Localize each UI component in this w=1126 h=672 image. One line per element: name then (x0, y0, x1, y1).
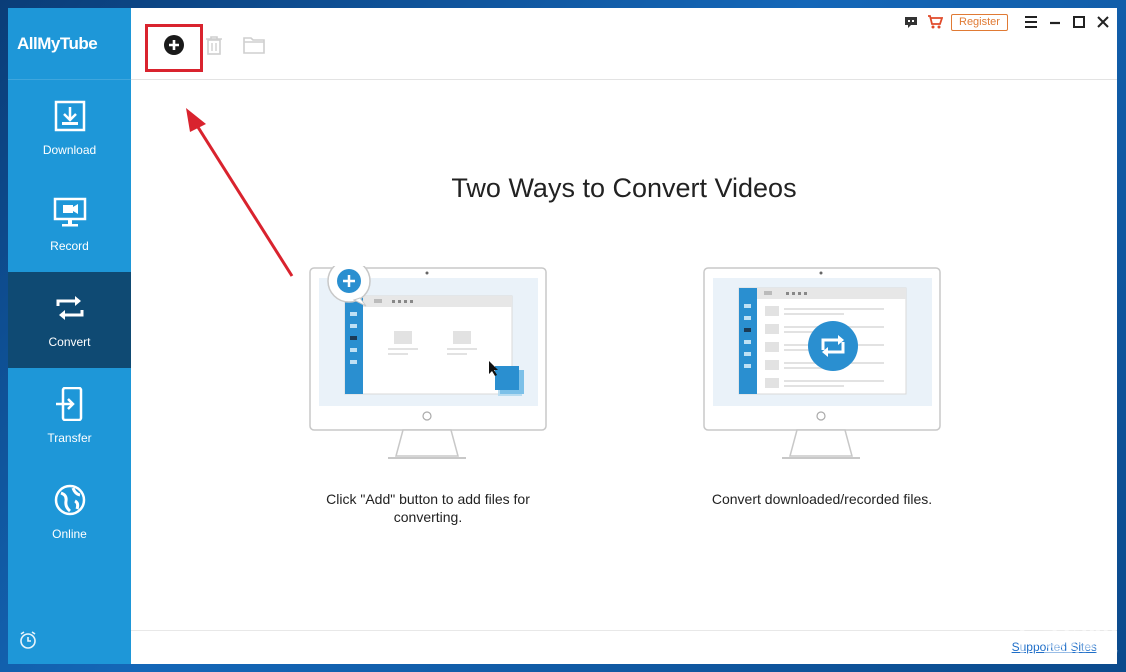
add-files-caption: Click "Add" button to add files for conv… (308, 490, 548, 526)
close-icon (1097, 16, 1109, 28)
footer-divider (131, 630, 1117, 631)
feedback-button[interactable] (904, 13, 918, 31)
add-files-illustration (309, 266, 547, 459)
sidebar-item-label: Transfer (47, 431, 92, 445)
sidebar-item-transfer[interactable]: Transfer (8, 368, 131, 464)
convert-files-illustration (703, 267, 941, 459)
add-files-caption-line1: Click "Add" button to add files for (326, 491, 530, 507)
chat-icon (905, 17, 917, 28)
menu-button[interactable] (1024, 13, 1038, 31)
globe-icon (54, 484, 85, 516)
sidebar: AllMyTube Download Record Convert Transf… (8, 8, 131, 664)
register-button[interactable]: Register (951, 13, 1008, 31)
convert-files-caption: Convert downloaded/recorded files. (711, 491, 933, 507)
sidebar-item-online[interactable]: Online (8, 464, 131, 560)
folder-icon (243, 37, 265, 54)
minimize-button[interactable] (1048, 13, 1062, 31)
cart-button[interactable] (927, 13, 943, 31)
app-logo: AllMyTube (8, 8, 131, 80)
app-window: AllMyTube Download Record Convert Transf… (8, 8, 1117, 664)
delete-button[interactable] (201, 32, 227, 58)
maximize-button[interactable] (1072, 13, 1086, 31)
convert-icon (56, 296, 83, 320)
watermark: 下载吧 (1003, 620, 1118, 664)
toolbar: Register (131, 8, 1117, 80)
alarm-clock-icon[interactable] (18, 630, 38, 650)
sidebar-item-label: Convert (48, 335, 91, 349)
add-circle-icon (164, 35, 184, 55)
sidebar-item-label: Download (42, 143, 97, 157)
close-button[interactable] (1096, 13, 1110, 31)
add-files-caption-line2: converting. (393, 509, 463, 525)
transfer-icon (55, 387, 82, 421)
add-button[interactable] (161, 32, 187, 58)
cart-icon (928, 15, 943, 29)
sidebar-item-download[interactable]: Download (8, 80, 131, 176)
maximize-icon (1073, 16, 1085, 28)
page-title: Two Ways to Convert Videos (451, 173, 797, 203)
record-icon (53, 197, 86, 227)
sidebar-item-convert[interactable]: Convert (8, 272, 131, 368)
open-folder-button[interactable] (241, 32, 267, 58)
download-icon (54, 100, 85, 132)
sidebar-item-record[interactable]: Record (8, 176, 131, 272)
register-label: Register (951, 13, 1008, 31)
minimize-icon (1050, 21, 1060, 25)
trash-icon (206, 36, 222, 55)
hamburger-menu-icon (1025, 16, 1037, 28)
sidebar-item-label: Online (52, 527, 87, 541)
sidebar-item-label: Record (50, 239, 89, 253)
